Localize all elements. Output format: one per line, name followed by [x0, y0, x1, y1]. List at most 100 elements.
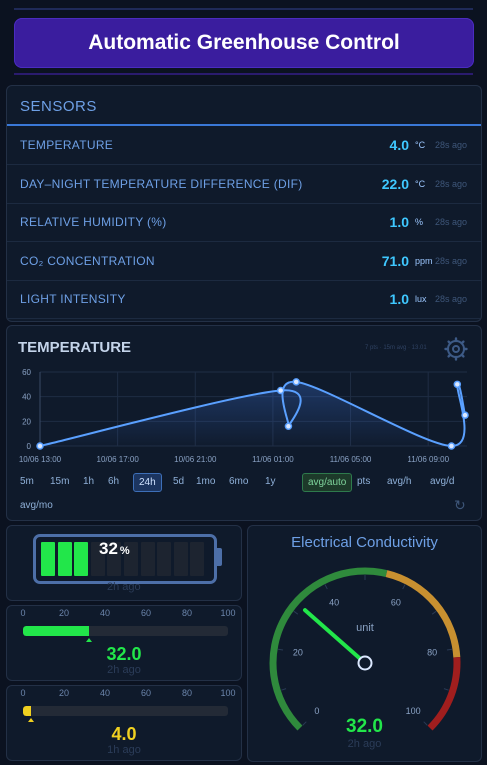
bar-value: 4.0 — [111, 724, 137, 744]
app-header: Automatic Greenhouse Control — [14, 18, 474, 68]
bar-marker — [28, 718, 35, 722]
y-tick-label: 20 — [22, 417, 31, 426]
range-button-15m[interactable]: 15m — [45, 473, 74, 490]
chart-title: TEMPERATURE — [18, 339, 132, 356]
sensor-value: 1.0 — [389, 291, 409, 308]
x-tick-label: 11/06 01:00 — [252, 455, 294, 464]
gauge-tick-label: 100 — [406, 706, 421, 716]
y-tick-label: 40 — [22, 393, 31, 402]
bar-ago: 2h ago — [107, 664, 141, 676]
data-point[interactable] — [447, 442, 456, 450]
sensor-row: CO₂ CONCENTRATION 71.0 ppm 28s ago — [7, 242, 481, 281]
bar-tick-label: 80 — [181, 688, 193, 698]
range-button-5m[interactable]: 5m — [15, 473, 39, 490]
data-point[interactable] — [276, 386, 285, 395]
header-top-rule — [14, 8, 473, 10]
range-button-avg-auto[interactable]: avg/auto — [302, 473, 353, 492]
temperature-line-chart: 0 20 40 60 10/06 13:00 10/06 17:00 10/06 21:00… — [19, 368, 469, 464]
sensor-label: RELATIVE HUMIDITY (%) — [20, 215, 167, 230]
sensor-label: LIGHT INTENSITY — [20, 292, 126, 307]
bar-track — [23, 626, 228, 636]
sensor-row: RELATIVE HUMIDITY (%) 1.0% 28s ago — [7, 203, 481, 243]
header-bottom-rule — [14, 73, 473, 75]
bar-tick-label: 40 — [99, 688, 111, 698]
range-button-avg-mo[interactable]: avg/mo — [15, 497, 58, 514]
gauge-arc-mid — [385, 570, 461, 658]
chart-meta: 7 pts · 15m avg · 13.01 — [365, 345, 427, 351]
data-point[interactable] — [292, 378, 300, 386]
x-tick-label: 10/06 17:00 — [97, 455, 140, 464]
ec-gauge-panel: Electrical Conductivity 0 20 40 60 80 100 unit… — [247, 525, 482, 762]
range-button-24h[interactable]: 24h — [133, 473, 162, 492]
y-tick-label: 0 — [27, 442, 32, 451]
bar-ago: 1h ago — [107, 744, 141, 756]
bar-scale: 0 20 40 60 80 100 — [7, 688, 241, 700]
gauge-tick-mark — [446, 648, 452, 651]
gauge-tick-label: 0 — [314, 706, 319, 716]
bar-tick-label: 80 — [181, 608, 193, 618]
gauge-tick-label: 80 — [427, 647, 437, 657]
sensor-value: 4.0 — [389, 137, 409, 153]
app-title: Automatic Greenhouse Control — [88, 31, 400, 54]
battery-widget: 32% 2h ago — [6, 525, 242, 601]
bar-tick-label: 40 — [99, 608, 111, 618]
sensor-ago: 28s ago — [435, 140, 468, 150]
gauge-tick-mark — [293, 610, 299, 615]
y-tick-label: 60 — [22, 368, 31, 377]
battery-segment — [57, 542, 72, 576]
range-button-pts[interactable]: pts — [352, 473, 375, 490]
range-button-1h[interactable]: 1h — [78, 473, 99, 490]
x-tick-label: 10/06 13:00 — [19, 455, 62, 464]
sensor-value: 71.0 — [381, 252, 409, 269]
range-button-avg-d[interactable]: avg/d — [425, 473, 459, 490]
bar-tick-label: 0 — [20, 608, 26, 618]
bar-tick-label: 0 — [20, 688, 26, 698]
bar-track — [23, 706, 228, 716]
sensor-value: 1.0 — [389, 214, 409, 231]
data-point[interactable] — [453, 380, 462, 389]
battery-segment — [173, 542, 188, 576]
gauge-tick-label: 60 — [391, 597, 401, 607]
ec-value: 32.0 — [346, 716, 383, 737]
battery-segment — [190, 542, 205, 576]
x-tick-label: 11/06 09:00 — [407, 455, 449, 464]
battery-tip — [214, 548, 222, 566]
gear-icon[interactable] — [444, 337, 468, 361]
sensor-unit: lux — [415, 294, 427, 305]
sensor-ago: 28s ago — [435, 217, 468, 228]
data-point[interactable] — [36, 442, 44, 450]
level-bar-2: 0 20 40 60 80 100 4.0 1h ago — [6, 685, 242, 761]
ec-ago: 2h ago — [347, 738, 382, 750]
battery-segment — [74, 542, 89, 576]
sensor-unit: ppm — [415, 255, 433, 266]
x-tick-label: 11/06 05:00 — [330, 455, 372, 464]
gauge-tick-label: 40 — [329, 597, 339, 607]
data-point[interactable] — [461, 411, 469, 419]
sensor-unit: % — [415, 217, 424, 228]
series-area — [40, 381, 466, 447]
refresh-icon[interactable]: ↻ — [454, 497, 466, 514]
sensor-ago: 28s ago — [435, 294, 468, 305]
sensor-label: TEMPERATURE — [20, 138, 114, 152]
range-button-avg-h[interactable]: avg/h — [382, 473, 416, 490]
range-button-1y[interactable]: 1y — [260, 473, 281, 490]
range-button-6h[interactable]: 6h — [103, 473, 124, 490]
gauge-arc-low — [269, 567, 388, 731]
gauge-needle — [302, 608, 367, 665]
sensor-label: CO₂ CONCENTRATION — [20, 253, 155, 268]
bar-tick-label: 60 — [140, 688, 152, 698]
sensor-row: TEMPERATURE 4.0 °C 28s ago — [7, 126, 481, 165]
range-button-5d[interactable]: 5d — [168, 473, 189, 490]
sensors-panel: SENSORS TEMPERATURE 4.0 °C 28s ago DAY–NIGHT… — [6, 85, 482, 322]
range-button-6mo[interactable]: 6mo — [224, 473, 253, 490]
bar-scale: 0 20 40 60 80 100 — [7, 608, 241, 620]
bar-fill — [23, 626, 89, 636]
gauge-tick-mark — [431, 610, 437, 615]
gauge-tick-mark — [443, 688, 449, 691]
range-button-1mo[interactable]: 1mo — [191, 473, 220, 490]
battery-ago: 2h ago — [107, 581, 141, 593]
sensor-ago: 28s ago — [435, 178, 468, 189]
data-point[interactable] — [284, 422, 293, 431]
battery-segment — [41, 542, 55, 576]
gauge-tick-label: 20 — [293, 647, 303, 657]
